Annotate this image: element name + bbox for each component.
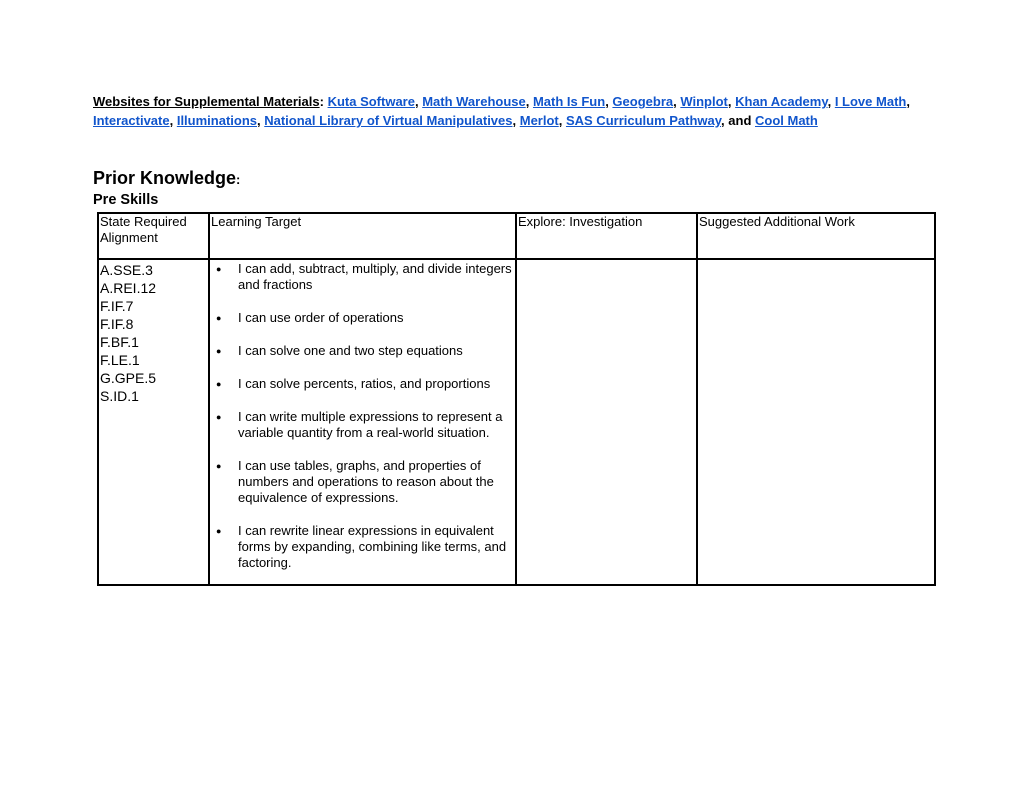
- link-math-is-fun[interactable]: Math Is Fun: [533, 94, 605, 109]
- link-kuta-software[interactable]: Kuta Software: [328, 94, 415, 109]
- link-illuminations[interactable]: Illuminations: [177, 113, 257, 128]
- standard-code: A.SSE.3: [100, 262, 153, 278]
- standard-code: F.IF.7: [100, 298, 134, 314]
- header-explore-investigation: Explore: Investigation: [515, 212, 698, 260]
- link-khan-academy[interactable]: Khan Academy: [735, 94, 827, 109]
- standard-code: F.LE.1: [100, 352, 140, 368]
- learning-target-item: I can use tables, graphs, and properties…: [211, 458, 515, 506]
- link-interactivate[interactable]: Interactivate: [93, 113, 170, 128]
- link-national-library-of-virtual-manipulatives[interactable]: National Library of Virtual Manipulative…: [264, 113, 512, 128]
- standard-code: A.REI.12: [100, 280, 157, 296]
- link-sas-curriculum-pathway[interactable]: SAS Curriculum Pathway: [566, 113, 721, 128]
- link-merlot[interactable]: Merlot: [520, 113, 559, 128]
- learning-targets-cell: I can add, subtract, multiply, and divid…: [208, 258, 517, 586]
- standard-code: F.BF.1: [100, 334, 139, 350]
- supplemental-materials-paragraph: Websites for Supplemental Materials: Kut…: [93, 94, 910, 128]
- header-suggested-additional-work: Suggested Additional Work: [696, 212, 936, 260]
- learning-targets-list: I can add, subtract, multiply, and divid…: [211, 261, 515, 571]
- link-cool-math[interactable]: Cool Math: [755, 113, 818, 128]
- link-winplot[interactable]: Winplot: [680, 94, 728, 109]
- header-learning-target: Learning Target: [208, 212, 517, 260]
- prior-knowledge-heading: Prior Knowledge:: [93, 168, 241, 188]
- standard-code: F.IF.8: [100, 316, 134, 332]
- pre-skills-subheading: Pre Skills: [93, 192, 159, 208]
- standard-code: S.ID.1: [100, 388, 139, 404]
- learning-target-item: I can rewrite linear expressions in equi…: [211, 523, 515, 571]
- link-i-love-math[interactable]: I Love Math: [835, 94, 907, 109]
- header-state-required-alignment: State Required Alignment: [97, 212, 210, 260]
- standards-cell: A.SSE.3 A.REI.12 F.IF.7 F.IF.8 F.BF.1 F.LE.1 G…: [97, 258, 210, 586]
- standards-list: A.SSE.3 A.REI.12 F.IF.7 F.IF.8 F.BF.1 F.LE.1 G…: [100, 260, 208, 405]
- link-math-warehouse[interactable]: Math Warehouse: [422, 94, 526, 109]
- learning-target-item: I can add, subtract, multiply, and divid…: [211, 261, 515, 293]
- learning-target-item: I can solve one and two step equations: [211, 343, 515, 359]
- pre-skills-table: State Required Alignment Learning Target…: [97, 212, 936, 586]
- learning-target-item: I can solve percents, ratios, and propor…: [211, 376, 515, 392]
- explore-cell: [515, 258, 698, 586]
- table-header-row: State Required Alignment Learning Target…: [97, 212, 936, 260]
- additional-work-cell: [696, 258, 936, 586]
- learning-target-item: I can use order of operations: [211, 310, 515, 326]
- link-geogebra[interactable]: Geogebra: [612, 94, 673, 109]
- table-row: A.SSE.3 A.REI.12 F.IF.7 F.IF.8 F.BF.1 F.LE.1 G…: [97, 258, 936, 586]
- standard-code: G.GPE.5: [100, 370, 157, 386]
- learning-target-item: I can write multiple expressions to repr…: [211, 409, 515, 441]
- supplemental-materials-label: Websites for Supplemental Materials: [93, 94, 320, 109]
